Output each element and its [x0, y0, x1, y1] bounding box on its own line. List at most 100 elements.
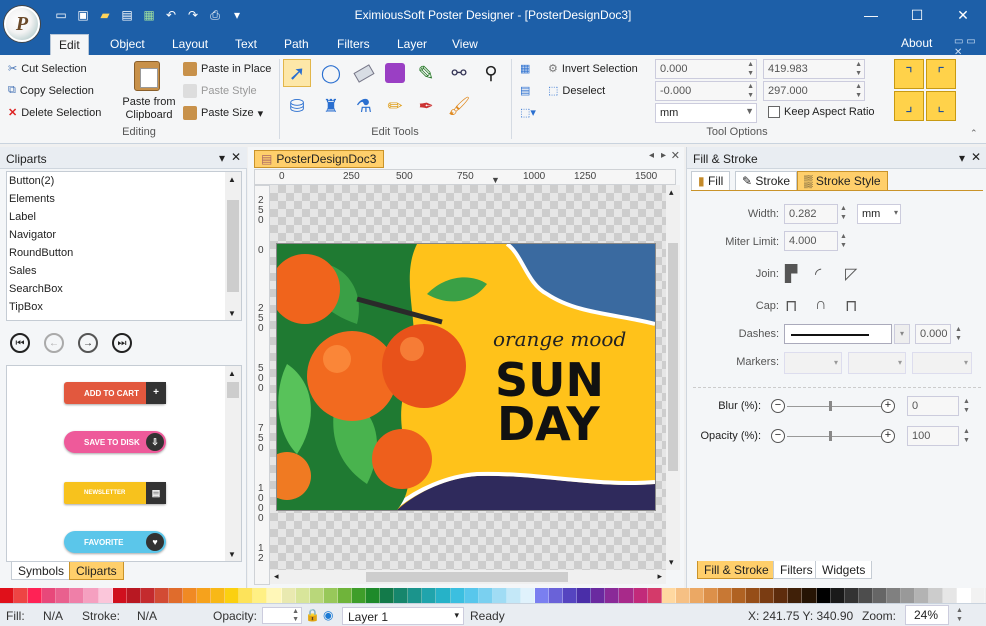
- tab-text[interactable]: Text: [227, 34, 265, 55]
- color-palette[interactable]: [0, 588, 986, 603]
- color-swatch[interactable]: [858, 588, 873, 603]
- color-swatch[interactable]: [703, 588, 718, 603]
- corner-top-right-icon[interactable]: ⌜: [926, 59, 956, 89]
- tab-filters[interactable]: Filters: [329, 34, 378, 55]
- color-swatch[interactable]: [689, 588, 704, 603]
- color-swatch[interactable]: [394, 588, 409, 603]
- connector-icon[interactable]: ⚯: [445, 59, 473, 87]
- color-swatch[interactable]: [112, 588, 127, 603]
- list-item[interactable]: TipBox: [9, 301, 43, 313]
- color-swatch[interactable]: [295, 588, 310, 603]
- list-scrollbar[interactable]: ▲ ▼: [225, 172, 241, 320]
- cut-selection-button[interactable]: ✂ Cut Selection: [8, 62, 87, 76]
- spray-icon[interactable]: ♜: [317, 92, 345, 120]
- join-bevel-icon[interactable]: ◸: [845, 264, 857, 284]
- chevron-down-icon[interactable]: ▾: [894, 324, 910, 344]
- zoom-field[interactable]: 24%: [905, 605, 949, 625]
- color-swatch[interactable]: [647, 588, 662, 603]
- blur-slider[interactable]: [787, 406, 881, 407]
- color-swatch[interactable]: [70, 588, 85, 603]
- spin-icon[interactable]: ▲ ▼: [956, 606, 963, 624]
- color-swatch[interactable]: [563, 588, 578, 603]
- panel-menu-icon[interactable]: ▾: [219, 151, 225, 165]
- plus-icon[interactable]: +: [881, 399, 895, 413]
- color-swatch[interactable]: [450, 588, 465, 603]
- tab-fill-stroke[interactable]: Fill & Stroke: [697, 561, 776, 579]
- color-swatch[interactable]: [42, 588, 57, 603]
- tab-scroll-left-icon[interactable]: ◂: [649, 150, 654, 161]
- spin-icon[interactable]: ▲ ▼: [963, 397, 970, 415]
- color-swatch[interactable]: [14, 588, 29, 603]
- cap-square-icon[interactable]: ⊓: [845, 296, 857, 316]
- list-item[interactable]: Navigator: [9, 229, 56, 241]
- color-swatch[interactable]: [619, 588, 634, 603]
- color-swatch[interactable]: [506, 588, 521, 603]
- color-swatch[interactable]: [520, 588, 535, 603]
- color-swatch[interactable]: [225, 588, 240, 603]
- next-page-icon[interactable]: →: [78, 333, 98, 353]
- close-icon[interactable]: ✕: [231, 150, 241, 164]
- spin-icon[interactable]: ▲ ▼: [855, 82, 862, 100]
- start-marker-select[interactable]: ▾: [784, 352, 842, 374]
- invert-selection-button[interactable]: ⚙ Invert Selection: [548, 62, 638, 76]
- list-item[interactable]: Label: [9, 211, 36, 223]
- new-doc-icon[interactable]: ▭: [53, 8, 69, 22]
- minus-icon[interactable]: −: [771, 399, 785, 413]
- color-swatch[interactable]: [661, 588, 676, 603]
- tab-stroke-style[interactable]: ▒ Stroke Style: [797, 171, 888, 190]
- paste-in-place-button[interactable]: Paste in Place: [183, 62, 271, 76]
- color-swatch[interactable]: [675, 588, 690, 603]
- tab-filters-panel[interactable]: Filters: [773, 561, 820, 579]
- brush-icon[interactable]: 🖌: [445, 92, 473, 120]
- color-swatch[interactable]: [929, 588, 944, 603]
- y-position-field[interactable]: -0.000 ▲ ▼: [655, 81, 757, 101]
- color-swatch[interactable]: [436, 588, 451, 603]
- select-all-icon[interactable]: ▦: [520, 62, 530, 75]
- tab-scroll-right-icon[interactable]: ▸: [661, 150, 666, 161]
- spin-icon[interactable]: ▲ ▼: [840, 232, 847, 250]
- dropper-icon[interactable]: ⚗: [350, 92, 378, 120]
- panel-menu-icon[interactable]: ▾: [959, 151, 965, 165]
- select-layer-icon[interactable]: ▤: [520, 84, 530, 97]
- list-item[interactable]: RoundButton: [9, 247, 73, 259]
- clipart-favorite[interactable]: FAVORITE ♥: [64, 531, 166, 553]
- slider-thumb[interactable]: [829, 431, 832, 441]
- color-swatch[interactable]: [464, 588, 479, 603]
- print-icon[interactable]: ⎙: [207, 8, 223, 22]
- slider-thumb[interactable]: [829, 401, 832, 411]
- scroll-up-icon[interactable]: ▴: [669, 187, 674, 198]
- tab-view[interactable]: View: [444, 34, 486, 55]
- spin-icon[interactable]: ▲ ▼: [855, 60, 862, 78]
- height-field[interactable]: 297.000 ▲ ▼: [763, 81, 865, 101]
- color-swatch[interactable]: [830, 588, 845, 603]
- layer-select[interactable]: Layer 1 ▾: [342, 607, 464, 625]
- color-swatch[interactable]: [84, 588, 99, 603]
- color-swatch[interactable]: [774, 588, 789, 603]
- color-swatch[interactable]: [98, 588, 113, 603]
- minus-icon[interactable]: −: [771, 429, 785, 443]
- opacity-slider[interactable]: [787, 436, 881, 437]
- color-swatch[interactable]: [154, 588, 169, 603]
- visibility-icon[interactable]: ◉: [323, 608, 333, 622]
- list-item[interactable]: Sales: [9, 265, 37, 277]
- measure-icon[interactable]: ✎: [412, 59, 440, 87]
- clipart-newsletter[interactable]: NEWSLETTER ▤: [64, 482, 166, 504]
- horizontal-scrollbar[interactable]: ◂ ▸: [270, 570, 666, 584]
- blur-field[interactable]: 0: [907, 396, 959, 416]
- collapse-ribbon-icon[interactable]: ⌃: [970, 128, 978, 139]
- color-swatch[interactable]: [886, 588, 901, 603]
- save-icon[interactable]: ▣: [75, 8, 91, 22]
- clipart-save-to-disk[interactable]: SAVE TO DISK ⇩: [64, 431, 166, 453]
- color-swatch[interactable]: [267, 588, 282, 603]
- close-button[interactable]: ✕: [940, 0, 986, 31]
- color-swatch[interactable]: [717, 588, 733, 603]
- color-swatch[interactable]: [746, 588, 761, 603]
- color-swatch[interactable]: [591, 588, 606, 603]
- color-swatch[interactable]: [872, 588, 887, 603]
- x-position-field[interactable]: 0.000 ▲ ▼: [655, 59, 757, 79]
- zoom-icon[interactable]: ⚲: [477, 59, 505, 87]
- list-item[interactable]: SearchBox: [9, 283, 63, 295]
- join-miter-icon[interactable]: ▛: [785, 264, 797, 284]
- unit-select[interactable]: mm ▼: [655, 103, 757, 123]
- color-swatch[interactable]: [802, 588, 817, 603]
